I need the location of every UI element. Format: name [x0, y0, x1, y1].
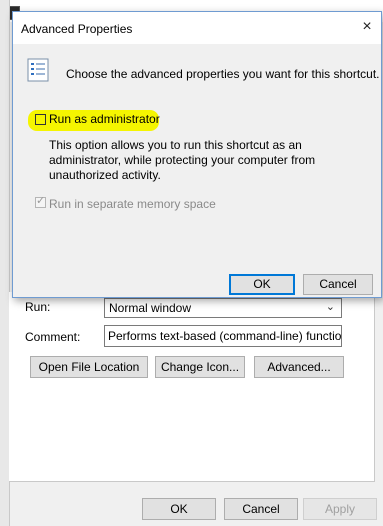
run-label: Run: [25, 300, 51, 314]
chevron-down-icon: ⌄ [325, 301, 335, 313]
change-icon-button[interactable]: Change Icon... [155, 356, 245, 378]
shortcut-tab-panel [9, 292, 374, 481]
tab-frame-bottom [9, 481, 375, 482]
advanced-properties-dialog: Advanced Properties × Choose the advance… [12, 11, 382, 298]
checkmark-icon: ✓ [36, 195, 46, 207]
advanced-button[interactable]: Advanced... [254, 356, 344, 378]
run-as-administrator-checkbox[interactable] [35, 114, 46, 125]
separate-memory-checkbox[interactable]: ✓ [35, 195, 46, 208]
comment-field[interactable]: Performs text-based (command-line) funct… [104, 325, 342, 347]
separate-memory-label: Run in separate memory space [49, 197, 216, 211]
dialog-cancel-button[interactable]: Cancel [303, 274, 373, 295]
properties-apply-button[interactable]: Apply [303, 498, 377, 520]
dialog-titlebar: Advanced Properties × [13, 12, 381, 44]
close-icon[interactable]: × [358, 18, 376, 36]
dialog-intro-text: Choose the advanced properties you want … [66, 67, 380, 81]
run-as-administrator-label[interactable]: Run as administrator [49, 112, 160, 126]
properties-ok-button[interactable]: OK [142, 498, 216, 520]
comment-label: Comment: [25, 330, 81, 344]
run-mode-select[interactable]: Normal window ⌄ [104, 298, 342, 318]
dialog-ok-button[interactable]: OK [229, 274, 295, 295]
run-mode-value: Normal window [109, 301, 192, 315]
run-as-administrator-description: This option allows you to run this short… [49, 138, 316, 182]
properties-list-icon [27, 58, 49, 82]
open-file-location-button[interactable]: Open File Location [30, 356, 148, 378]
dialog-title: Advanced Properties [21, 22, 133, 36]
properties-cancel-button[interactable]: Cancel [224, 498, 298, 520]
